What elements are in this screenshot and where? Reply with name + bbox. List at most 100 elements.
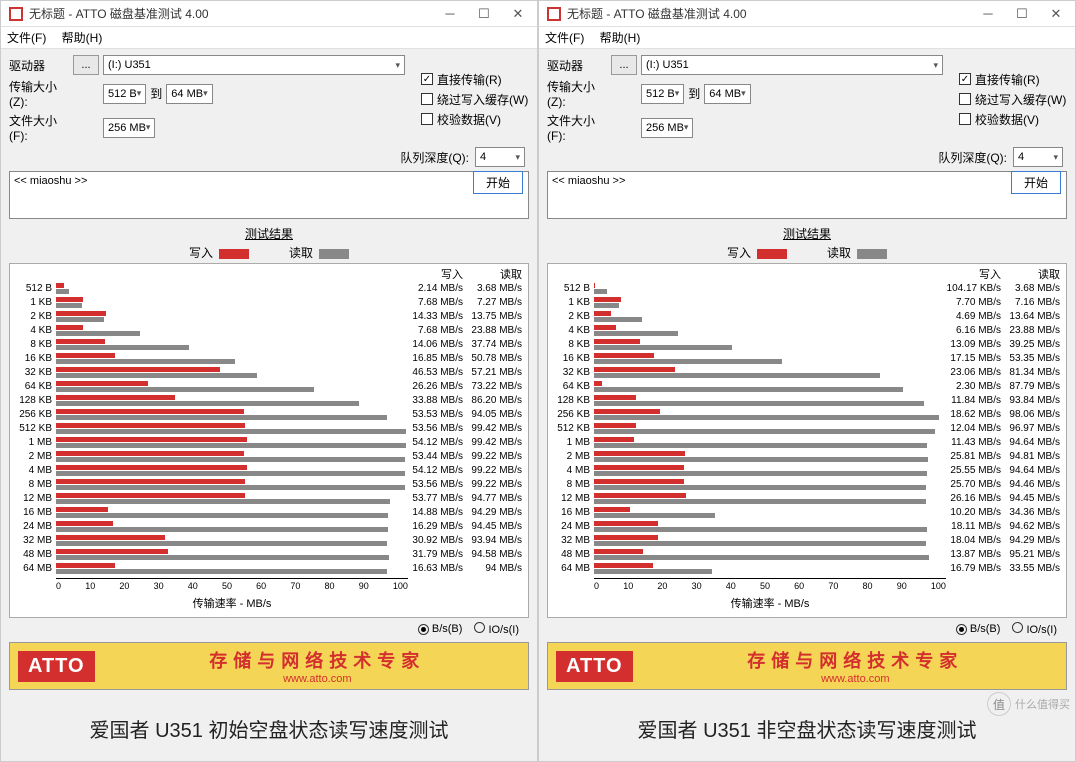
opt-direct[interactable]: ✓直接传输(R) [421, 71, 529, 88]
y-category: 32 MB [550, 534, 590, 548]
bar-row [594, 464, 946, 478]
read-bar [594, 485, 926, 490]
y-category: 48 MB [550, 548, 590, 562]
opt-bypass[interactable]: 绕过写入缓存(W) [421, 91, 529, 108]
x-tick: 60 [794, 581, 804, 594]
y-category: 4 KB [550, 324, 590, 338]
filesize-select[interactable]: 256 MB [641, 118, 693, 138]
minimize-button[interactable]: ─ [433, 3, 467, 25]
menu-file[interactable]: 文件(F) [7, 31, 46, 45]
x-tick: 80 [325, 581, 335, 594]
y-category: 32 KB [550, 366, 590, 380]
write-bar [594, 353, 654, 358]
bar-row [594, 450, 946, 464]
browse-button[interactable]: ... [73, 55, 99, 75]
bar-row [594, 394, 946, 408]
y-category: 64 MB [550, 562, 590, 576]
write-bar [56, 479, 245, 484]
app-window: 无标题 - ATTO 磁盘基准测试 4.00 ─ ☐ ✕ 文件(F) 帮助(H)… [538, 0, 1076, 762]
y-category: 512 KB [550, 422, 590, 436]
write-bar [594, 409, 660, 414]
bar-row [594, 338, 946, 352]
y-category: 12 MB [550, 492, 590, 506]
bar-row [594, 366, 946, 380]
radio-iops[interactable]: IO/s(I) [474, 622, 519, 636]
y-category: 1 MB [12, 436, 52, 450]
close-button[interactable]: ✕ [1039, 3, 1073, 25]
value-row: 25.55 MB/s94.64 MB/s [946, 464, 1064, 478]
size-to-select[interactable]: 64 MB [166, 84, 212, 104]
bar-row [56, 380, 408, 394]
x-tick: 50 [222, 581, 232, 594]
read-bar [594, 401, 924, 406]
write-bar [56, 563, 115, 568]
size-from-select[interactable]: 512 B [641, 84, 684, 104]
read-bar [56, 513, 388, 518]
filesize-select[interactable]: 256 MB [103, 118, 155, 138]
value-row: 33.88 MB/s86.20 MB/s [408, 394, 526, 408]
opt-bypass[interactable]: 绕过写入缓存(W) [959, 91, 1067, 108]
filesize-label: 文件大小(F): [9, 112, 69, 143]
y-category: 4 KB [12, 324, 52, 338]
minimize-button[interactable]: ─ [971, 3, 1005, 25]
read-bar [56, 471, 405, 476]
drive-select[interactable]: (I:) U351 [641, 55, 943, 75]
values-column: 写入读取 104.17 KB/s3.68 MB/s7.70 MB/s7.16 M… [946, 268, 1064, 615]
menu-file[interactable]: 文件(F) [545, 31, 584, 45]
value-row: 13.87 MB/s95.21 MB/s [946, 548, 1064, 562]
start-button[interactable]: 开始 [473, 171, 523, 194]
radio-bps[interactable]: B/s(B) [418, 623, 463, 635]
write-bar [56, 353, 115, 358]
write-bar [56, 311, 106, 316]
app-window: 无标题 - ATTO 磁盘基准测试 4.00 ─ ☐ ✕ 文件(F) 帮助(H)… [0, 0, 538, 762]
opt-direct[interactable]: ✓直接传输(R) [959, 71, 1067, 88]
description-box[interactable]: << miaoshu >> [547, 171, 1067, 219]
x-tick: 50 [760, 581, 770, 594]
value-row: 26.26 MB/s73.22 MB/s [408, 380, 526, 394]
y-category: 48 MB [12, 548, 52, 562]
value-row: 25.81 MB/s94.81 MB/s [946, 450, 1064, 464]
write-bar [594, 549, 643, 554]
value-row: 53.44 MB/s99.22 MB/s [408, 450, 526, 464]
write-bar [594, 367, 675, 372]
write-bar [56, 437, 247, 442]
bar-row [56, 562, 408, 576]
watermark: 值 什么值得买 [987, 692, 1070, 716]
y-category: 12 MB [12, 492, 52, 506]
menu-help[interactable]: 帮助(H) [62, 31, 103, 45]
atto-logo: ATTO [18, 651, 95, 682]
browse-button[interactable]: ... [611, 55, 637, 75]
read-bar [594, 499, 926, 504]
x-tick: 80 [863, 581, 873, 594]
read-bar [56, 541, 387, 546]
start-button[interactable]: 开始 [1011, 171, 1061, 194]
footer-banner: ATTO 存储与网络技术专家 www.atto.com [9, 642, 529, 690]
x-tick: 20 [119, 581, 129, 594]
size-from-select[interactable]: 512 B [103, 84, 146, 104]
x-axis-label: 传输速率 - MB/s [56, 594, 408, 615]
queue-depth-select[interactable]: 4 [475, 147, 525, 167]
y-category: 512 B [12, 282, 52, 296]
radio-iops[interactable]: IO/s(I) [1012, 622, 1057, 636]
bar-row [56, 324, 408, 338]
queue-depth-select[interactable]: 4 [1013, 147, 1063, 167]
bar-row [594, 436, 946, 450]
read-bar [594, 541, 926, 546]
opt-verify[interactable]: 校验数据(V) [421, 111, 529, 128]
maximize-button[interactable]: ☐ [467, 3, 501, 25]
write-bar [56, 465, 247, 470]
drive-select[interactable]: (I:) U351 [103, 55, 405, 75]
y-category: 16 KB [12, 352, 52, 366]
y-category: 32 KB [12, 366, 52, 380]
maximize-button[interactable]: ☐ [1005, 3, 1039, 25]
write-bar [594, 311, 611, 316]
size-to-select[interactable]: 64 MB [704, 84, 750, 104]
value-row: 14.06 MB/s37.74 MB/s [408, 338, 526, 352]
description-box[interactable]: << miaoshu >> [9, 171, 529, 219]
opt-verify[interactable]: 校验数据(V) [959, 111, 1067, 128]
x-tick: 20 [657, 581, 667, 594]
menu-help[interactable]: 帮助(H) [600, 31, 641, 45]
radio-bps[interactable]: B/s(B) [956, 623, 1001, 635]
close-button[interactable]: ✕ [501, 3, 535, 25]
write-bar [56, 381, 148, 386]
